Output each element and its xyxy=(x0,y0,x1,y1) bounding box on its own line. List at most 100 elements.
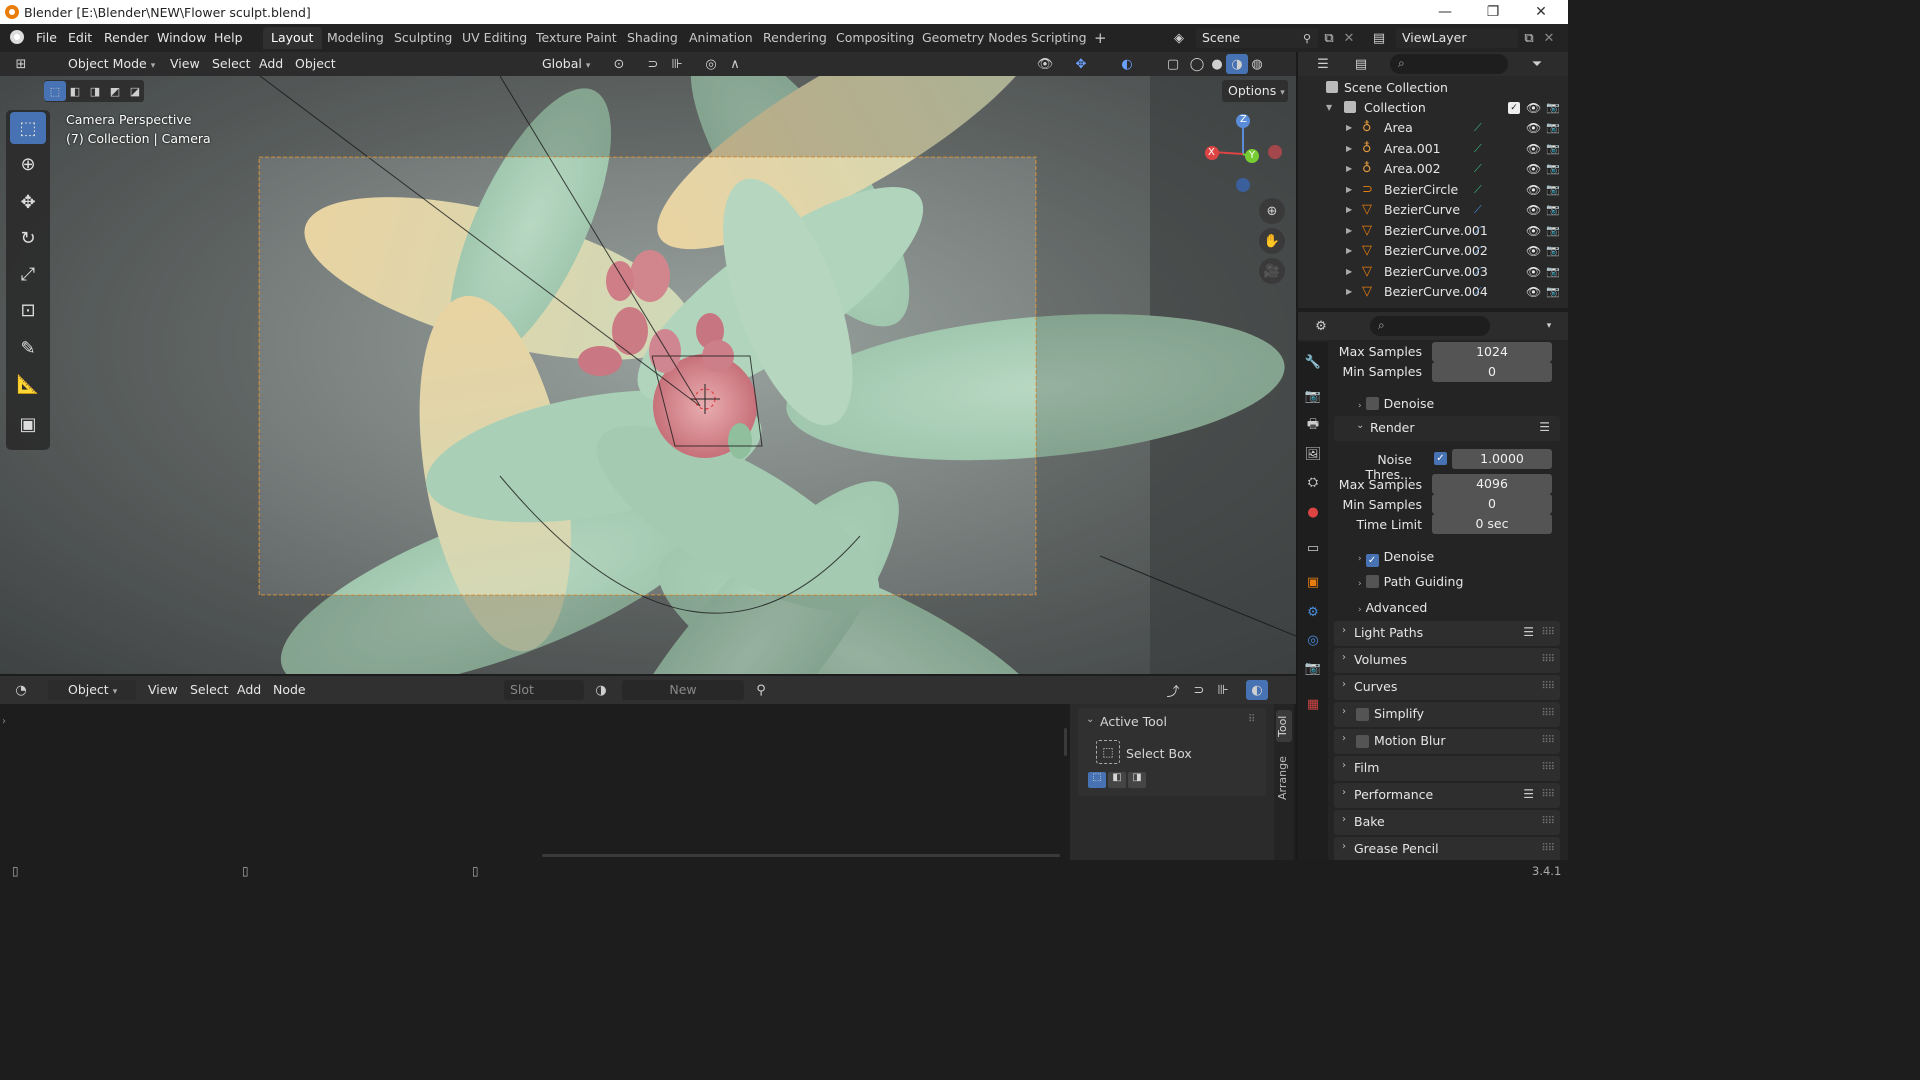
menu-window[interactable]: Window xyxy=(153,29,210,47)
menu-add[interactable]: Add xyxy=(259,55,283,73)
expand-triangle-icon[interactable]: ▶ xyxy=(1346,180,1352,200)
node-menu-add[interactable]: Add xyxy=(237,681,261,699)
object-data-icon[interactable]: ⟋ xyxy=(1474,241,1482,261)
data-tab-icon[interactable]: 📷 xyxy=(1303,658,1323,678)
eye-icon[interactable]: 👁 xyxy=(1526,139,1541,159)
panel-grease-pencil[interactable]: › Grease Pencil ⠿⠿ xyxy=(1334,837,1560,862)
panel-performance[interactable]: › Performance ☰ ⠿⠿ xyxy=(1334,783,1560,808)
view-layer-field[interactable]: ViewLayer xyxy=(1396,28,1518,48)
viewport-min-samples-field[interactable]: 0 xyxy=(1432,362,1552,382)
outliner-item[interactable]: ▶ ♁ Area.001 ⟋ 👁 📷 xyxy=(1298,139,1568,159)
outliner-editor-type-icon[interactable]: ☰ xyxy=(1312,54,1334,74)
select-intersect-icon[interactable]: ◪ xyxy=(124,81,146,101)
visibility-icon[interactable]: 👁 xyxy=(1034,54,1056,74)
outliner-item[interactable]: ▶ ▽ BezierCurve.001 ⟋ 👁 📷 xyxy=(1298,221,1568,241)
render-camera-icon[interactable]: 📷 xyxy=(1546,282,1560,302)
shader-type-dropdown[interactable]: Object ▾ xyxy=(48,680,136,700)
panel-enable-checkbox[interactable] xyxy=(1356,708,1369,721)
drag-grip-icon[interactable]: ⠿⠿ xyxy=(1541,627,1555,638)
drag-grip-icon[interactable]: ⠿⠿ xyxy=(1541,762,1555,773)
viewport-denoise-checkbox[interactable] xyxy=(1365,397,1379,410)
node-snap-target-icon[interactable]: ⊪ xyxy=(1212,680,1234,700)
snap-icon[interactable]: ⊃ xyxy=(642,54,664,74)
noise-threshold-field[interactable]: 1.0000 xyxy=(1452,449,1552,469)
sidebar-tab-tool[interactable]: Tool xyxy=(1276,710,1292,742)
close-button[interactable]: ✕ xyxy=(1518,0,1564,24)
collection-checkbox[interactable]: ✓ xyxy=(1508,102,1520,114)
node-menu-select[interactable]: Select xyxy=(190,681,229,699)
drag-grip-icon[interactable]: ⠿ xyxy=(1248,714,1255,725)
physics-tab-icon[interactable]: ◎ xyxy=(1303,630,1323,650)
drag-grip-icon[interactable]: ⠿⠿ xyxy=(1541,816,1555,827)
outliner-item[interactable]: ▶ ♁ Area ⟋ 👁 📷 xyxy=(1298,118,1568,138)
eye-icon[interactable]: 👁 xyxy=(1526,282,1541,302)
outliner-item[interactable]: ▶ ⊃ BezierCircle ⟋ 👁 📷 xyxy=(1298,180,1568,200)
render-tab-icon[interactable]: 📷 xyxy=(1303,386,1323,406)
render-denoise-checkbox[interactable]: ✓ xyxy=(1365,554,1379,567)
menu-file[interactable]: File xyxy=(32,29,61,47)
eye-icon[interactable]: 👁 xyxy=(1526,118,1541,138)
pivot-icon[interactable]: ⊙ xyxy=(608,54,630,74)
view-layer-tab-icon[interactable]: 🖼 xyxy=(1303,444,1323,464)
eye-icon[interactable]: 👁 xyxy=(1526,262,1541,282)
rotate-tool-icon[interactable]: ↻ xyxy=(10,222,46,254)
pan-hand-icon[interactable]: ✋ xyxy=(1259,228,1285,254)
editor-type-icon[interactable]: ⊞ xyxy=(10,54,32,74)
display-mode-icon[interactable]: ▤ xyxy=(1350,54,1372,74)
tab-animation[interactable]: Animation xyxy=(681,27,761,49)
snap-target-icon[interactable]: ⊪ xyxy=(666,54,688,74)
menu-view[interactable]: View xyxy=(170,55,200,73)
object-data-icon[interactable]: ⟋ xyxy=(1474,262,1482,282)
render-camera-icon[interactable]: 📷 xyxy=(1546,98,1560,118)
time-limit-field[interactable]: 0 sec xyxy=(1432,514,1552,534)
tab-geometry-nodes[interactable]: Geometry Nodes xyxy=(914,27,1035,49)
outliner-item[interactable]: ▶ ▽ BezierCurve.003 ⟋ 👁 📷 xyxy=(1298,262,1568,282)
minimize-button[interactable]: — xyxy=(1422,0,1468,24)
menu-help[interactable]: Help xyxy=(210,29,247,47)
node-menu-view[interactable]: View xyxy=(148,681,178,699)
eye-icon[interactable]: 👁 xyxy=(1526,241,1541,261)
tool-tab-icon[interactable]: 🔧 xyxy=(1303,352,1323,372)
mode-dropdown[interactable]: Object Mode ▾ xyxy=(48,54,158,74)
select-new-icon[interactable]: ⬚ xyxy=(44,81,66,101)
render-min-samples-field[interactable]: 0 xyxy=(1432,494,1552,514)
new-material-button[interactable]: New xyxy=(622,680,744,700)
blender-menu-icon[interactable] xyxy=(10,30,24,44)
path-guiding-subpanel[interactable]: › Path Guiding xyxy=(1358,574,1463,589)
preset-list-icon[interactable]: ☰ xyxy=(1523,787,1534,801)
panel-motion-blur[interactable]: › Motion Blur ⠿⠿ xyxy=(1334,729,1560,754)
cursor-tool-icon[interactable]: ⊕ xyxy=(10,148,46,180)
pin-scene-icon[interactable]: ⚲ xyxy=(1296,28,1318,48)
expand-triangle-icon[interactable]: ▶ xyxy=(1346,221,1352,241)
viewport-denoise-subpanel[interactable]: › Denoise xyxy=(1358,396,1434,411)
chevron-down-icon[interactable]: ⌄ xyxy=(1086,714,1094,725)
outliner-item[interactable]: ▶ ♁ Area.002 ⟋ 👁 📷 xyxy=(1298,159,1568,179)
transform-tool-icon[interactable]: ⊡ xyxy=(10,294,46,326)
preset-list-icon[interactable]: ☰ xyxy=(1539,420,1550,434)
tab-scripting[interactable]: Scripting xyxy=(1023,27,1095,49)
object-data-icon[interactable]: ⟋ xyxy=(1474,159,1482,179)
eye-icon[interactable]: 👁 xyxy=(1526,180,1541,200)
drag-grip-icon[interactable]: ⠿⠿ xyxy=(1541,789,1555,800)
panel-film[interactable]: › Film ⠿⠿ xyxy=(1334,756,1560,781)
pin-icon[interactable]: ⚲ xyxy=(750,680,772,700)
add-cube-tool-icon[interactable]: ▣ xyxy=(10,408,46,440)
falloff-icon[interactable]: ∧ xyxy=(724,54,746,74)
panel-simplify[interactable]: › Simplify ⠿⠿ xyxy=(1334,702,1560,727)
orientation-dropdown[interactable]: Global ▾ xyxy=(522,54,600,74)
render-camera-icon[interactable]: 📷 xyxy=(1546,139,1560,159)
object-data-icon[interactable]: ⟋ xyxy=(1474,118,1482,138)
new-viewlayer-icon[interactable]: ⧉ xyxy=(1518,28,1540,48)
panel-curves[interactable]: › Curves ⠿⠿ xyxy=(1334,675,1560,700)
delete-scene-icon[interactable]: ✕ xyxy=(1338,28,1360,48)
measure-tool-icon[interactable]: 📐 xyxy=(10,368,46,400)
scene-browse-icon[interactable]: ◈ xyxy=(1168,28,1190,48)
eye-icon[interactable]: 👁 xyxy=(1526,200,1541,220)
parent-node-tree-icon[interactable]: ⤴ xyxy=(1162,680,1184,700)
tab-texture-paint[interactable]: Texture Paint xyxy=(528,27,625,49)
expand-triangle-icon[interactable]: ▶ xyxy=(1346,282,1352,302)
select-invert-icon[interactable]: ◩ xyxy=(104,81,126,101)
render-max-samples-field[interactable]: 4096 xyxy=(1432,474,1552,494)
render-camera-icon[interactable]: 📷 xyxy=(1546,221,1560,241)
properties-editor-type-icon[interactable]: ⚙ xyxy=(1310,316,1332,336)
